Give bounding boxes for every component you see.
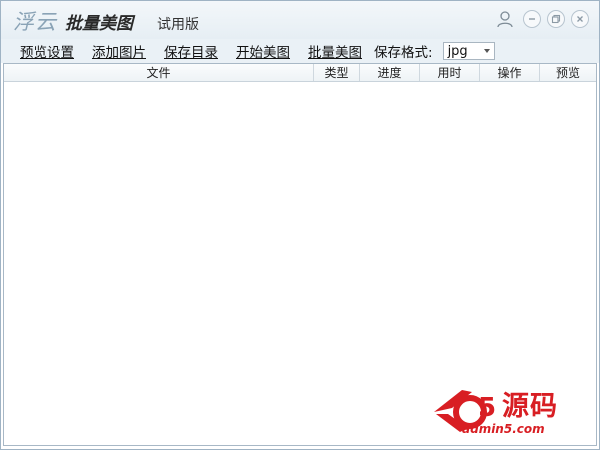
column-header-progress[interactable]: 进度: [360, 64, 420, 81]
maximize-icon[interactable]: [547, 10, 565, 28]
window-controls: [495, 9, 589, 29]
save-format-label: 保存格式:: [374, 45, 433, 61]
column-header-preview[interactable]: 预览: [540, 64, 596, 81]
table-header: 文件 类型 进度 用时 操作 预览: [4, 64, 596, 82]
menu-save-directory[interactable]: 保存目录: [164, 41, 218, 61]
minimize-icon[interactable]: [523, 10, 541, 28]
column-header-time[interactable]: 用时: [420, 64, 480, 81]
save-format-value: jpg: [447, 43, 468, 59]
title-bar[interactable]: 浮云 批量美图 试用版: [1, 1, 599, 39]
file-table: 文件 类型 进度 用时 操作 预览 5 源码 admin5.com: [3, 63, 597, 446]
column-header-file[interactable]: 文件: [4, 64, 314, 81]
column-header-type[interactable]: 类型: [314, 64, 360, 81]
edition-label: 试用版: [157, 17, 199, 33]
brand-logo-text: 浮云: [13, 10, 57, 34]
product-name: 批量美图: [65, 14, 133, 34]
menu-add-images[interactable]: 添加图片: [92, 41, 146, 61]
menu-preview-settings[interactable]: 预览设置: [20, 41, 74, 61]
watermark: 5 源码 admin5.com: [432, 382, 582, 440]
watermark-text: 源码: [502, 391, 558, 422]
watermark-url: admin5.com: [462, 422, 545, 436]
menu-batch-beautify[interactable]: 批量美图: [308, 41, 362, 61]
chevron-down-icon: [483, 49, 490, 53]
app-brand: 浮云 批量美图 试用版: [13, 6, 199, 34]
save-format-select[interactable]: jpg: [442, 42, 495, 60]
menu-bar: 预览设置 添加图片 保存目录 开始美图 批量美图 保存格式: jpg: [1, 39, 599, 63]
user-icon[interactable]: [495, 9, 515, 29]
table-body[interactable]: 5 源码 admin5.com: [4, 82, 596, 446]
column-header-action[interactable]: 操作: [480, 64, 540, 81]
svg-text:5: 5: [478, 393, 496, 423]
menu-start-beautify[interactable]: 开始美图: [236, 41, 290, 61]
app-window: 浮云 批量美图 试用版 预览设置 添加图片 保存目录 开始美图 批量美图 保存格…: [0, 0, 600, 450]
close-icon[interactable]: [571, 10, 589, 28]
